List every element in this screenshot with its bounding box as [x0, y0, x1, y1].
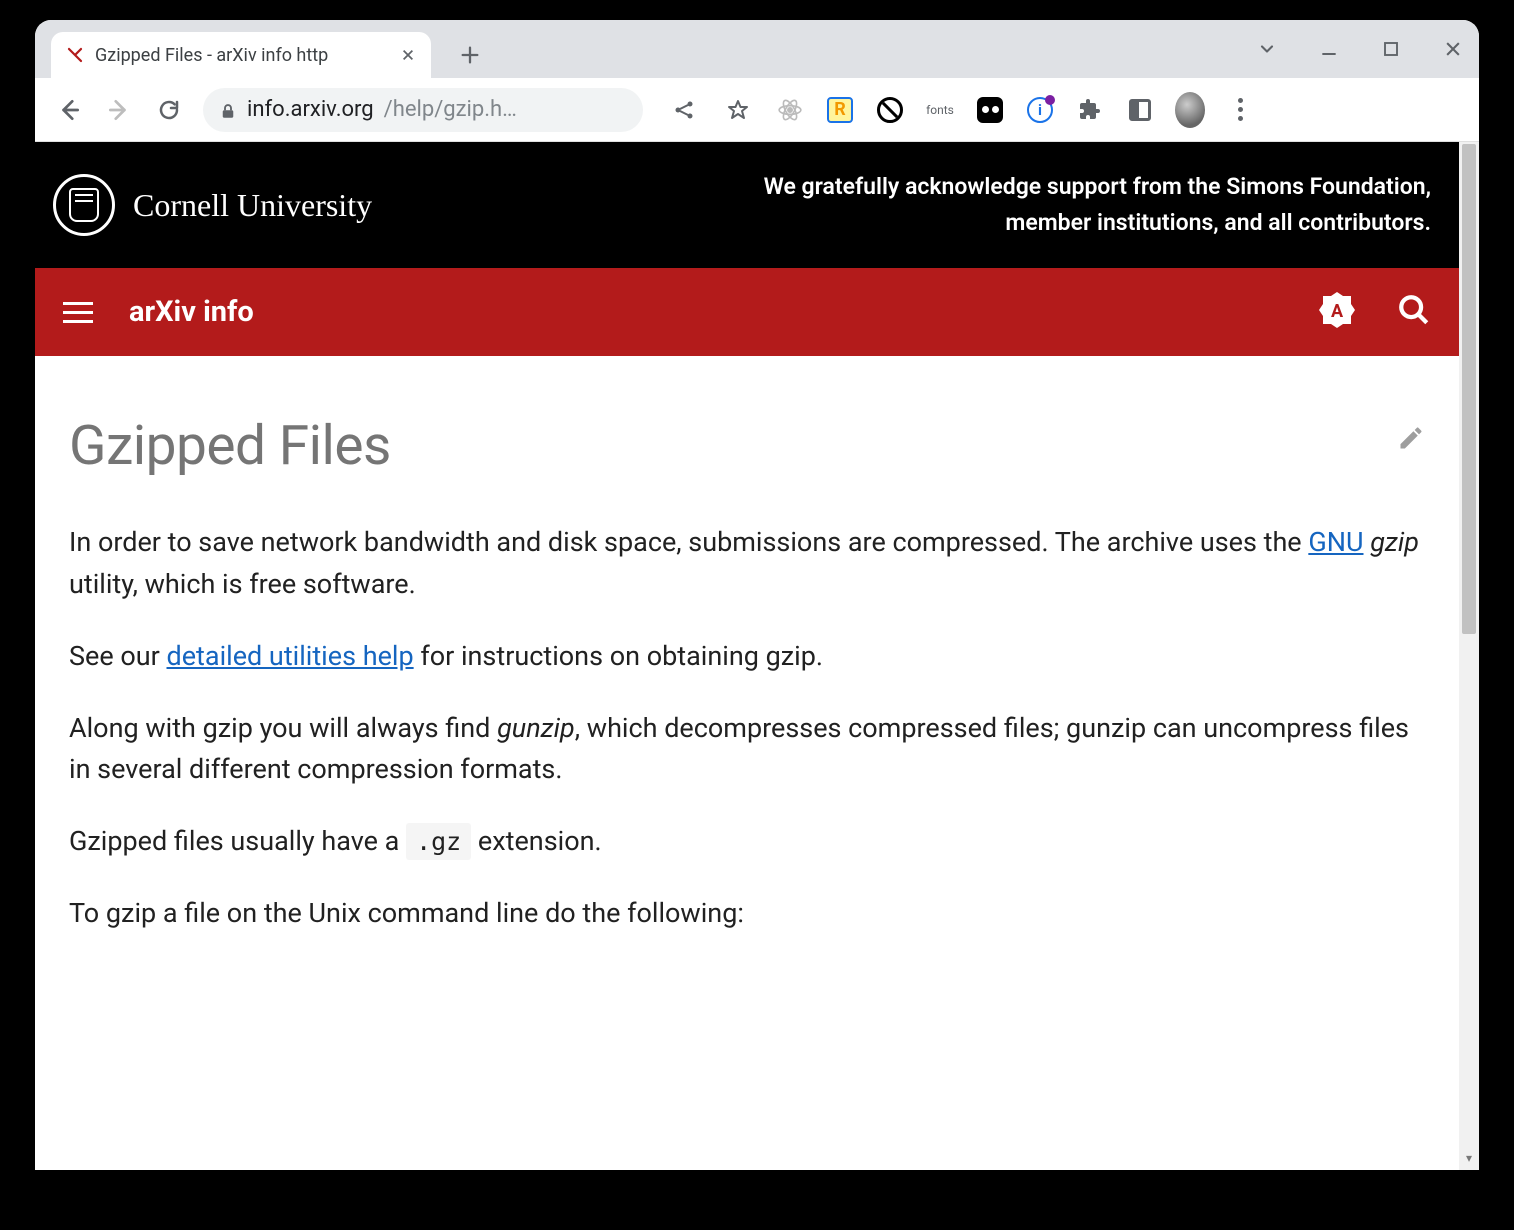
- cornell-brand[interactable]: Cornell University: [53, 174, 372, 236]
- cornell-acknowledgement: We gratefully acknowledge support from t…: [711, 169, 1431, 240]
- link-gnu[interactable]: GNU: [1308, 526, 1363, 558]
- toolbar-actions: R fonts i: [667, 93, 1255, 127]
- share-icon[interactable]: [667, 93, 701, 127]
- extension-block-icon[interactable]: [875, 95, 905, 125]
- viewport: Cornell University We gratefully acknowl…: [35, 142, 1479, 1170]
- window-close-icon[interactable]: [1439, 35, 1467, 63]
- url-bar[interactable]: info.arxiv.org/help/gzip.h…: [203, 88, 643, 132]
- extension-react-devtools-icon[interactable]: [775, 95, 805, 125]
- tab-favicon-arxiv-icon: [65, 45, 85, 65]
- tab-close-icon[interactable]: [399, 46, 417, 64]
- browser-menu-icon[interactable]: [1225, 95, 1255, 125]
- url-path: /help/gzip.h…: [384, 97, 517, 122]
- extension-fonts-icon[interactable]: fonts: [925, 95, 955, 125]
- cornell-seal-icon: [53, 174, 115, 236]
- browser-toolbar: info.arxiv.org/help/gzip.h… R fonts i: [35, 78, 1479, 142]
- accessibility-badge-icon[interactable]: A: [1317, 290, 1357, 334]
- arxiv-site-title[interactable]: arXiv info: [129, 295, 254, 329]
- url-host: info.arxiv.org: [247, 97, 374, 122]
- lock-icon: [219, 101, 237, 119]
- cornell-header: Cornell University We gratefully acknowl…: [35, 142, 1459, 268]
- svg-text:A: A: [1331, 301, 1344, 322]
- page-content: Cornell University We gratefully acknowl…: [35, 142, 1459, 1170]
- nav-back-button[interactable]: [47, 88, 91, 132]
- browser-tab[interactable]: Gzipped Files - arXiv info http: [51, 32, 431, 78]
- edit-pencil-icon[interactable]: [1397, 424, 1425, 456]
- window-minimize-icon[interactable]: [1315, 35, 1343, 63]
- tab-search-button[interactable]: [1253, 35, 1281, 63]
- arxiv-header: arXiv info A: [35, 268, 1459, 356]
- link-detailed-utilities[interactable]: detailed utilities help: [167, 640, 414, 672]
- nav-reload-button[interactable]: [147, 88, 191, 132]
- paragraph-2: See our detailed utilities help for inst…: [69, 636, 1425, 678]
- page-title: Gzipped Files: [69, 414, 391, 478]
- browser-window: Gzipped Files - arXiv info http: [35, 20, 1479, 1170]
- tab-strip: Gzipped Files - arXiv info http: [35, 20, 1479, 78]
- paragraph-4: Gzipped files usually have a .gz extensi…: [69, 821, 1425, 863]
- new-tab-button[interactable]: [447, 32, 493, 78]
- paragraph-1: In order to save network bandwidth and d…: [69, 522, 1425, 606]
- window-controls: [1253, 20, 1467, 78]
- window-maximize-icon[interactable]: [1377, 35, 1405, 63]
- paragraph-3: Along with gzip you will always find gun…: [69, 708, 1425, 792]
- tab-title: Gzipped Files - arXiv info http: [95, 45, 389, 66]
- scrollbar-down-icon[interactable]: ▾: [1459, 1150, 1479, 1166]
- extension-onepassword-icon[interactable]: i: [1025, 95, 1055, 125]
- extension-flickr-icon[interactable]: [975, 95, 1005, 125]
- extension-r-icon[interactable]: R: [825, 95, 855, 125]
- search-icon[interactable]: [1397, 293, 1431, 331]
- article-body: Gzipped Files In order to save network b…: [35, 356, 1459, 935]
- cornell-name: Cornell University: [133, 187, 372, 224]
- code-gz-extension: .gz: [406, 823, 471, 860]
- menu-hamburger-icon[interactable]: [63, 302, 93, 323]
- scrollbar-thumb[interactable]: [1462, 144, 1476, 634]
- vertical-scrollbar[interactable]: ▾: [1459, 142, 1479, 1170]
- side-panel-icon[interactable]: [1125, 95, 1155, 125]
- profile-avatar[interactable]: [1175, 95, 1205, 125]
- paragraph-5: To gzip a file on the Unix command line …: [69, 893, 1425, 935]
- extensions-menu-icon[interactable]: [1075, 95, 1105, 125]
- bookmark-star-icon[interactable]: [721, 93, 755, 127]
- nav-forward-button[interactable]: [97, 88, 141, 132]
